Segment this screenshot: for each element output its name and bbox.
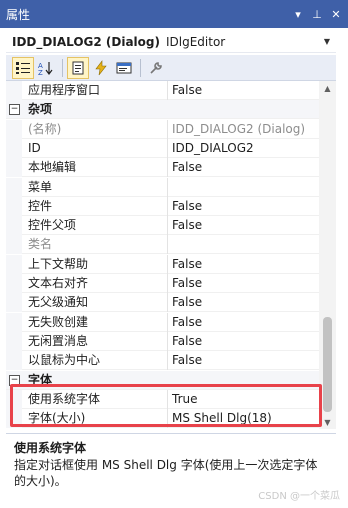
property-row[interactable]: 无失败创建 False: [6, 313, 319, 332]
property-row[interactable]: 控件父项 False: [6, 216, 319, 235]
description-text: 指定对话框使用 MS Shell Dlg 字体(使用上一次选定字体的大小)。: [14, 458, 318, 488]
panel-title: 属性: [6, 7, 31, 22]
row-gutter: [6, 139, 22, 158]
property-row[interactable]: 上下文帮助 False: [6, 255, 319, 274]
property-row[interactable]: 类名: [6, 235, 319, 254]
scroll-up-icon[interactable]: ▲: [319, 81, 336, 95]
watermark: CSDN @一个菜瓜: [258, 491, 340, 502]
row-gutter: [6, 293, 22, 312]
row-gutter: [6, 409, 22, 428]
panel-title-bar: 属性 ▾ ⊥ ✕: [0, 0, 348, 28]
title-bar-controls: ▾ ⊥ ✕: [287, 0, 344, 28]
alphabetical-icon[interactable]: AZ: [35, 57, 57, 79]
property-row[interactable]: 菜单: [6, 178, 319, 197]
svg-text:Z: Z: [38, 69, 43, 76]
collapse-icon[interactable]: −: [9, 104, 20, 115]
messages-icon[interactable]: [113, 57, 135, 79]
property-name: 字体(大小): [28, 409, 168, 428]
property-row[interactable]: 文本右对齐 False: [6, 274, 319, 293]
category-label: 杂项: [28, 102, 53, 116]
property-row[interactable]: ID IDD_DIALOG2: [6, 139, 319, 158]
property-pages-icon[interactable]: [145, 57, 167, 79]
vertical-scrollbar[interactable]: ▲ ▼: [319, 81, 336, 429]
property-value[interactable]: IDD_DIALOG2 (Dialog): [170, 120, 318, 139]
property-name: 文本右对齐: [28, 274, 168, 293]
property-toolbar: AZ: [6, 55, 336, 81]
scroll-down-icon[interactable]: ▼: [319, 415, 336, 429]
object-name: IDD_DIALOG2 (Dialog): [12, 34, 160, 49]
property-name: (名称): [28, 120, 168, 139]
property-value[interactable]: False: [170, 255, 318, 274]
row-gutter: [6, 390, 22, 409]
property-row[interactable]: 本地编辑 False: [6, 158, 319, 177]
toolbar-separator: [62, 58, 63, 77]
property-value[interactable]: [170, 235, 318, 254]
property-value[interactable]: False: [170, 197, 318, 216]
row-gutter: [6, 120, 22, 139]
property-name: 无闲置消息: [28, 332, 168, 351]
property-name: 控件: [28, 197, 168, 216]
category-row[interactable]: − 字体: [6, 371, 319, 390]
property-value[interactable]: False: [170, 332, 318, 351]
property-row[interactable]: 无闲置消息 False: [6, 332, 319, 351]
property-name: 本地编辑: [28, 158, 168, 177]
row-gutter: [6, 313, 22, 332]
property-row[interactable]: 无父级通知 False: [6, 293, 319, 312]
property-value[interactable]: False: [170, 216, 318, 235]
chevron-down-icon[interactable]: ▼: [324, 37, 330, 46]
pin-icon[interactable]: ⊥: [309, 6, 325, 22]
property-value[interactable]: False: [170, 313, 318, 332]
property-value[interactable]: False: [170, 293, 318, 312]
property-name: 无父级通知: [28, 293, 168, 312]
row-gutter: [6, 274, 22, 293]
property-name: 上下文帮助: [28, 255, 168, 274]
object-selector[interactable]: IDD_DIALOG2 (Dialog) IDlgEditor ▼: [6, 31, 336, 53]
row-gutter: [6, 197, 22, 216]
property-row[interactable]: 以鼠标为中心 False: [6, 351, 319, 370]
row-gutter: [6, 178, 22, 197]
property-row[interactable]: 字体(大小) MS Shell Dlg(18): [6, 409, 319, 428]
properties-icon[interactable]: [67, 56, 89, 79]
row-gutter: [6, 158, 22, 177]
row-gutter: [6, 332, 22, 351]
object-class: IDlgEditor: [165, 34, 226, 49]
description-title: 使用系统字体: [14, 441, 87, 455]
row-gutter: [6, 81, 22, 100]
property-name: 无失败创建: [28, 313, 168, 332]
property-name: 菜单: [28, 178, 168, 197]
description-panel: 使用系统字体 指定对话框使用 MS Shell Dlg 字体(使用上一次选定字体…: [6, 433, 336, 495]
row-gutter: [6, 216, 22, 235]
property-name: 以鼠标为中心: [28, 351, 168, 370]
property-name: 控件父项: [28, 216, 168, 235]
property-row[interactable]: 应用程序窗口 False: [6, 81, 319, 100]
property-value[interactable]: False: [170, 158, 318, 177]
property-value[interactable]: False: [170, 351, 318, 370]
property-name: 使用系统字体: [28, 390, 168, 409]
category-label: 字体: [28, 373, 53, 387]
property-name: 类名: [28, 235, 168, 254]
property-grid: 应用程序窗口 False − 杂项 (名称) IDD_DIALOG2 (Dialog) ID…: [6, 81, 336, 429]
property-row[interactable]: 使用系统字体 True: [6, 390, 319, 409]
dropdown-icon[interactable]: ▾: [290, 6, 306, 22]
row-gutter: [6, 235, 22, 254]
property-value[interactable]: [170, 178, 318, 197]
property-name: ID: [28, 139, 168, 158]
property-value[interactable]: False: [170, 274, 318, 293]
category-row[interactable]: − 杂项: [6, 100, 319, 119]
toolbar-separator: [140, 58, 141, 77]
property-value[interactable]: IDD_DIALOG2: [170, 139, 318, 158]
property-row[interactable]: (名称) IDD_DIALOG2 (Dialog): [6, 120, 319, 139]
categorized-icon[interactable]: [12, 56, 34, 79]
close-icon[interactable]: ✕: [328, 6, 344, 22]
collapse-icon[interactable]: −: [9, 375, 20, 386]
property-value[interactable]: False: [170, 81, 318, 100]
row-gutter: [6, 255, 22, 274]
property-name: 应用程序窗口: [28, 81, 168, 100]
property-value[interactable]: MS Shell Dlg(18): [170, 409, 318, 428]
events-icon[interactable]: [90, 57, 112, 79]
property-value[interactable]: True: [170, 390, 318, 409]
row-gutter: [6, 351, 22, 370]
property-row[interactable]: 控件 False: [6, 197, 319, 216]
scrollbar-thumb[interactable]: [323, 317, 332, 412]
